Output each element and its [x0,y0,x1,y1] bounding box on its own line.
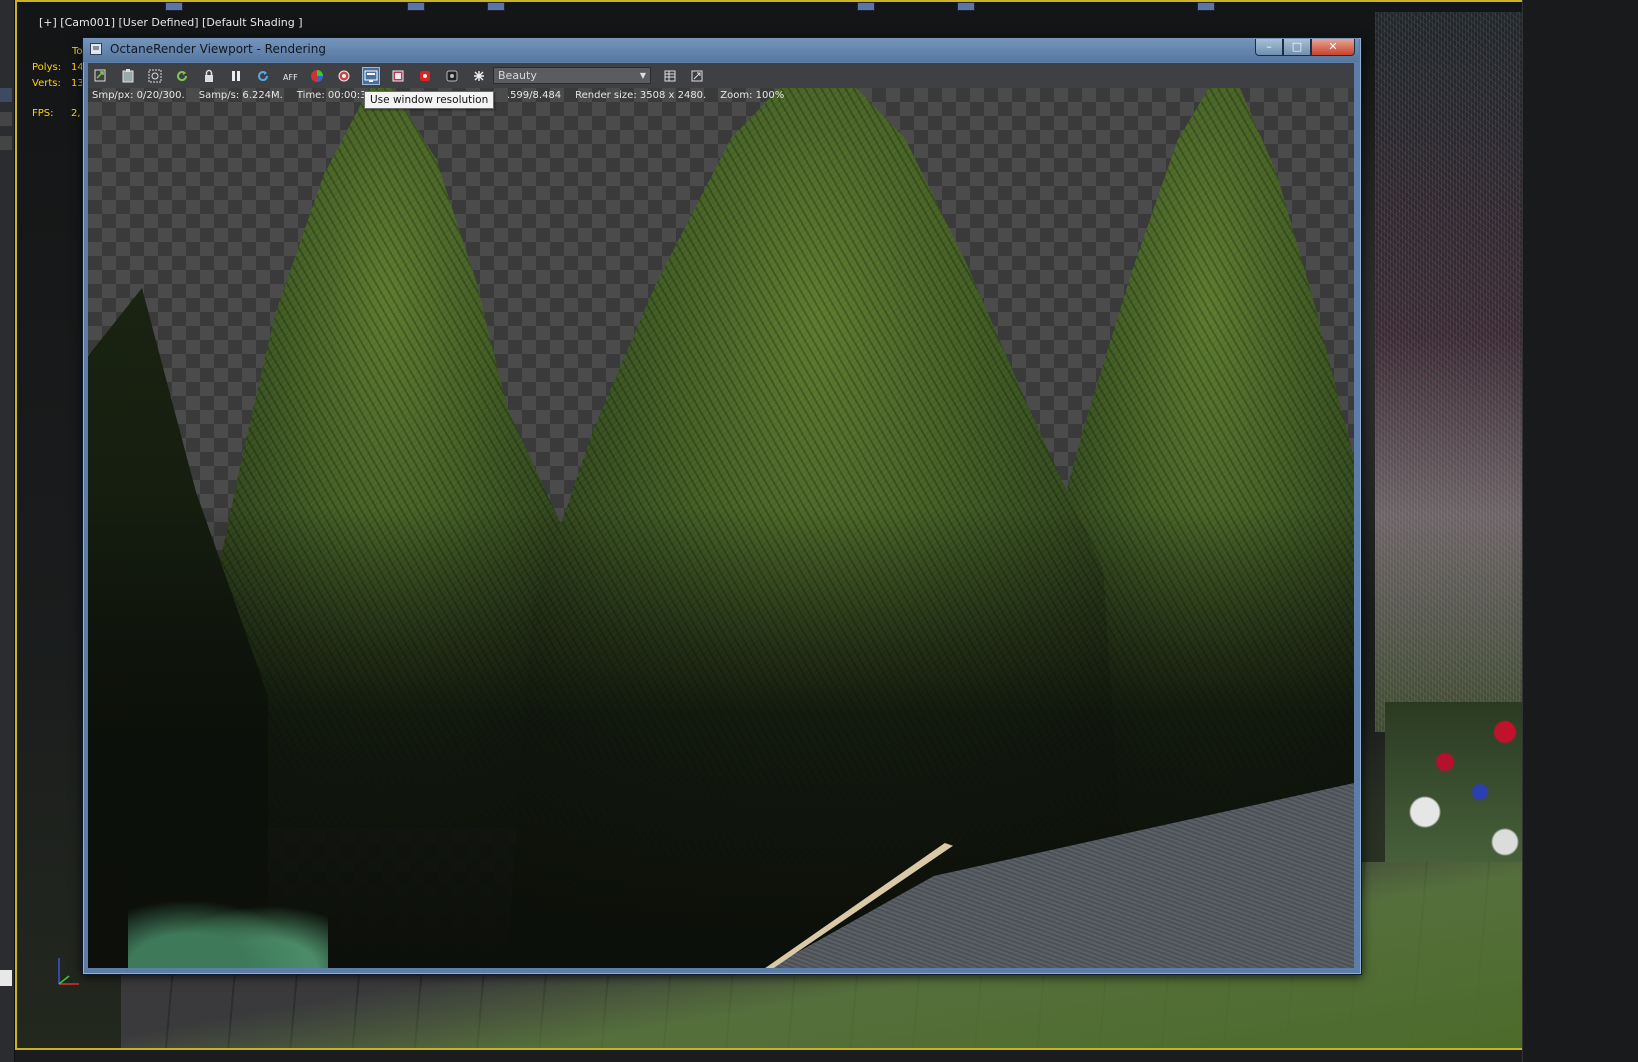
title-bar[interactable]: OctaneRender Viewport - Rendering – □ ✕ [83,38,1359,62]
toolbar-button[interactable] [407,2,425,11]
layers-button[interactable] [661,67,679,85]
restart-render-button[interactable] [173,67,191,85]
refresh-icon [258,71,269,82]
zoom-region-button[interactable] [146,67,164,85]
octane-toolbar: AFF Beauty ▼ [88,63,1354,88]
strip-indicator [0,88,12,102]
axis-gizmo-icon [58,958,79,985]
stat-fps-value: 2, [71,108,81,119]
maximize-button[interactable]: □ [1283,39,1311,56]
minimize-button[interactable]: – [1255,39,1283,56]
zoom-level: Zoom: 100% [720,90,785,101]
pause-button[interactable] [227,67,245,85]
material-picker-button[interactable] [416,67,434,85]
clipboard-button[interactable] [119,67,137,85]
lock-button[interactable] [200,67,218,85]
pause-icon [232,71,240,81]
render-canvas[interactable]: Smp/px: 0/20/300. Samp/s: 6.224M. Time: 00… [88,88,1354,968]
octane-viewport-window: OctaneRender Viewport - Rendering – □ ✕ [82,37,1362,975]
film-region-button[interactable] [389,67,407,85]
toolbar-button[interactable] [957,2,975,11]
table-icon [664,70,676,82]
fit-view-button[interactable] [688,67,706,85]
samples-per-second: Samp/s: 6.224M. [198,90,283,101]
color-picker-button[interactable] [308,67,326,85]
color-wheel-icon [311,70,323,82]
window-title: OctaneRender Viewport - Rendering [110,42,326,56]
render-pass-select[interactable]: Beauty ▼ [493,67,651,84]
stat-verts-label: Verts: [32,78,61,89]
zoom-region-icon [148,69,162,83]
aff-icon: AFF [283,73,298,82]
use-window-resolution-button[interactable] [362,67,380,85]
app-window-icon[interactable] [90,43,102,55]
noisy-render-background [1375,12,1533,732]
film-region-icon [392,70,404,82]
aff-button[interactable]: AFF [281,67,299,85]
svg-text:AFF: AFF [283,73,298,82]
toolbar-button[interactable] [857,2,875,11]
object-picker-button[interactable] [443,67,461,85]
clay-mode-button[interactable] [470,67,488,85]
object-picker-icon [446,70,458,82]
samples-per-pixel: Smp/px: 0/20/300. [92,90,185,101]
clay-mode-icon [474,71,484,81]
chevron-down-icon: ▼ [639,71,646,80]
toolbar-button[interactable] [165,2,183,11]
flower-bed [1385,702,1535,862]
refresh-button[interactable] [254,67,272,85]
clipboard-icon [122,69,134,83]
main-toolbar-strip [77,2,1477,11]
foreground-leaves-render [128,888,328,968]
strip-indicator [0,112,12,126]
send-scene-icon [94,69,106,82]
material-picker-icon [420,71,430,81]
octane-client-area: AFF Beauty ▼ Smp/px: 0/20/300. Samp/s: 6… [88,63,1354,968]
tooltip: Use window resolution [364,91,495,109]
toolbar-button[interactable] [487,2,505,11]
max-left-command-strip [0,0,15,1062]
strip-indicator [0,136,12,150]
lock-icon [205,69,213,82]
fit-view-icon [691,70,703,82]
render-pass-value: Beauty [498,69,537,82]
status-swatch [0,970,12,986]
toolbar-button[interactable] [1197,2,1215,11]
viewport-label[interactable]: [+] [Cam001] [User Defined] [Default Sha… [39,16,303,29]
close-button[interactable]: ✕ [1311,39,1355,56]
render-size: Render size: 3508 x 2480. [575,90,707,101]
stat-polys-label: Polys: [32,62,62,73]
stat-fps-label: FPS: [32,108,54,119]
restart-icon [177,71,188,82]
max-right-panel [1522,0,1638,1062]
gear-icon [338,70,350,82]
gpu-memory: .599/8.484 [506,90,562,101]
window-resolution-icon [364,70,378,82]
send-scene-button[interactable] [92,67,110,85]
settings-button[interactable] [335,67,353,85]
